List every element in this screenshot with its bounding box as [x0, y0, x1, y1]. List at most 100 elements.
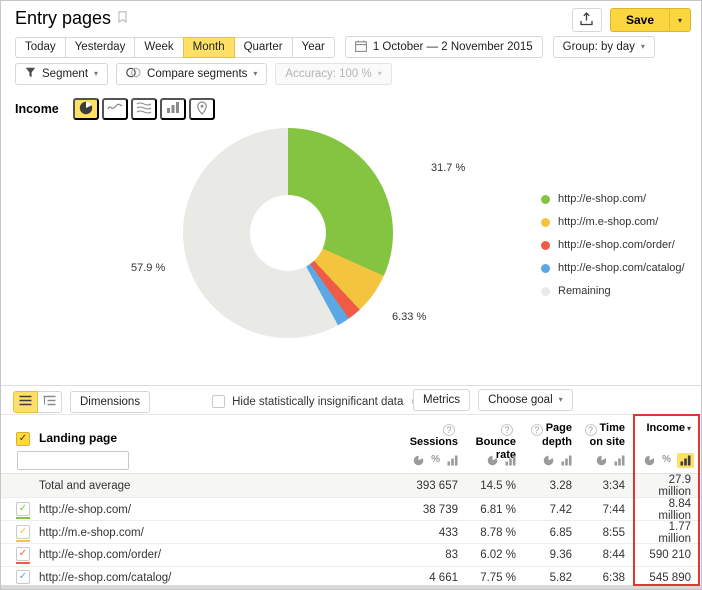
period-yesterday-button[interactable]: Yesterday — [65, 37, 136, 58]
mini-pie-icon[interactable] — [412, 454, 425, 467]
table-toolbar: Dimensions Hide statistically insignific… — [1, 386, 702, 415]
view-tree-button[interactable] — [37, 391, 62, 413]
mini-percent-icon[interactable]: % — [661, 454, 672, 466]
chevron-down-icon: ▾ — [253, 70, 257, 78]
help-icon[interactable]: ? — [501, 424, 513, 436]
sessions-view-toggles: % — [406, 454, 468, 467]
choose-goal-button[interactable]: Choose goal ▾ — [478, 389, 573, 411]
cell-bounce-rate: 8.78 % — [468, 527, 526, 539]
cell-sessions: 433 — [406, 527, 468, 539]
tree-list-icon — [43, 394, 56, 409]
mini-pie-icon[interactable] — [486, 454, 499, 467]
cell-income: 590 210 — [635, 549, 702, 561]
help-icon[interactable]: ? — [585, 424, 597, 436]
mini-bars-icon[interactable] — [446, 454, 459, 467]
select-all-checkbox[interactable]: ✓ — [16, 432, 30, 446]
cell-page-depth: 6.85 — [526, 527, 582, 539]
dimensions-button[interactable]: Dimensions — [70, 391, 150, 413]
landing-page-filter-input[interactable] — [17, 451, 129, 470]
mini-bars-icon[interactable] — [613, 454, 626, 467]
flat-list-icon — [19, 394, 32, 409]
view-toggle-group — [13, 391, 62, 413]
legend-item: Remaining — [541, 285, 685, 297]
segment-button[interactable]: Segment ▾ — [15, 63, 108, 85]
page-title: Entry pages — [15, 8, 111, 29]
segment-label: Segment — [42, 68, 88, 80]
row-color-underline: ✓ — [16, 570, 30, 587]
cell-bounce-rate: 7.75 % — [468, 572, 526, 584]
period-today-button[interactable]: Today — [15, 37, 66, 58]
legend-dot — [541, 218, 550, 227]
export-button[interactable] — [572, 8, 602, 32]
table-header-row: ✓ Landing page ?Sessions ?Bounce rate ?P… — [1, 415, 702, 447]
calendar-icon — [355, 40, 367, 55]
row-checkbox[interactable]: ✓ — [16, 502, 30, 516]
landing-page-header-label: Landing page — [39, 432, 117, 445]
mini-bars-icon[interactable] — [504, 454, 517, 467]
help-icon[interactable]: ? — [531, 424, 543, 436]
row-color-underline: ✓ — [16, 525, 30, 542]
hide-insignificant-group: Hide statistically insignificant data ⚙ — [212, 395, 422, 408]
mini-pie-icon[interactable] — [643, 454, 656, 467]
row-checkbox[interactable]: ✓ — [16, 547, 30, 561]
total-page-depth: 3.28 — [526, 480, 582, 492]
landing-page-link[interactable]: http://e-shop.com/order/ — [39, 549, 161, 561]
table-row: ✓ http://e-shop.com/order/ 83 6.02 % 9.3… — [1, 543, 702, 566]
cell-time-on-site: 8:44 — [582, 549, 635, 561]
landing-page-link[interactable]: http://m.e-shop.com/ — [39, 527, 144, 539]
cell-income: 1.77 million — [635, 521, 702, 545]
total-income: 27.9 million — [635, 474, 702, 498]
bounce-view-toggles — [468, 454, 526, 467]
chevron-down-icon: ▾ — [94, 70, 98, 78]
view-flat-button[interactable] — [13, 391, 38, 413]
chart-legend: http://e-shop.com/ http://m.e-shop.com/ … — [541, 193, 685, 297]
cell-page-depth: 7.42 — [526, 504, 582, 516]
donut-chart[interactable] — [183, 128, 393, 338]
mini-pie-icon[interactable] — [542, 454, 555, 467]
legend-label: http://e-shop.com/ — [558, 193, 646, 205]
date-range-label: 1 October — 2 November 2015 — [373, 41, 533, 53]
period-quarter-button[interactable]: Quarter — [234, 37, 293, 58]
total-bounce-rate: 14.5 % — [468, 480, 526, 492]
period-month-button[interactable]: Month — [183, 37, 235, 58]
compare-circles-icon — [126, 67, 141, 81]
row-color-underline: ✓ — [16, 502, 30, 519]
legend-item: http://e-shop.com/catalog/ — [541, 262, 685, 274]
title-wrap: Entry pages — [15, 8, 127, 29]
period-week-button[interactable]: Week — [134, 37, 183, 58]
mini-bars-icon-selected[interactable] — [677, 453, 694, 468]
top-actions: Save ▾ — [572, 8, 691, 32]
legend-dot — [541, 264, 550, 273]
metrics-button[interactable]: Metrics — [413, 389, 470, 411]
landing-page-link[interactable]: http://e-shop.com/catalog/ — [39, 572, 171, 584]
bookmark-icon[interactable] — [118, 10, 127, 28]
funnel-icon — [25, 67, 36, 81]
row-color-underline: ✓ — [16, 547, 30, 564]
save-button[interactable]: Save — [610, 8, 670, 32]
date-range-button[interactable]: 1 October — 2 November 2015 — [345, 36, 543, 58]
hide-insignificant-checkbox[interactable] — [212, 395, 225, 408]
cell-sessions: 83 — [406, 549, 468, 561]
save-dropdown-button[interactable]: ▾ — [670, 8, 691, 32]
mini-bars-icon[interactable] — [560, 454, 573, 467]
group-by-button[interactable]: Group: by day ▾ — [553, 36, 655, 58]
landing-page-link[interactable]: http://e-shop.com/ — [39, 504, 131, 516]
compare-segments-button[interactable]: Compare segments ▾ — [116, 63, 267, 85]
group-by-label: Group: by day — [563, 41, 635, 53]
income-view-toggles: % — [635, 453, 702, 468]
cell-bounce-rate: 6.02 % — [468, 549, 526, 561]
cell-time-on-site: 8:55 — [582, 527, 635, 539]
topbar: Entry pages Save ▾ — [1, 1, 701, 32]
chevron-down-icon: ▾ — [641, 43, 645, 51]
help-icon[interactable]: ? — [443, 424, 455, 436]
chevron-down-icon: ▾ — [378, 70, 382, 78]
period-year-button[interactable]: Year — [292, 37, 335, 58]
row-checkbox[interactable]: ✓ — [16, 525, 30, 539]
mini-pie-icon[interactable] — [595, 454, 608, 467]
report-table: Dimensions Hide statistically insignific… — [1, 385, 702, 589]
donut-hole — [250, 195, 326, 271]
mini-percent-icon[interactable]: % — [430, 454, 441, 466]
slice-percent-label: 57.9 % — [131, 262, 165, 274]
chart-area: 31.7 % 6.33 % 57.9 % http://e-shop.com/ … — [1, 96, 702, 385]
row-checkbox[interactable]: ✓ — [16, 570, 30, 584]
